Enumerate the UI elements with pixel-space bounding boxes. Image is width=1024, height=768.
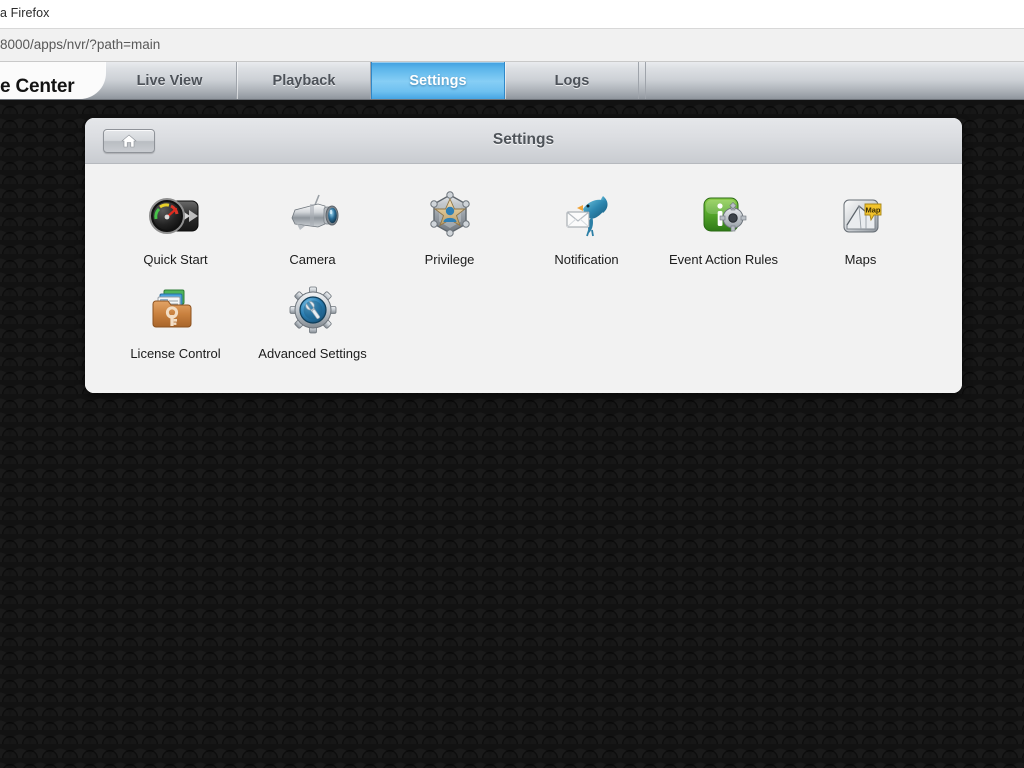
browser-url-text[interactable]: 8000/apps/nvr/?path=main (0, 37, 160, 52)
folder-key-cards-icon (148, 282, 204, 338)
settings-item-label: Maps (844, 252, 877, 267)
gauge-fastforward-icon (148, 188, 204, 244)
application-window: a Firefox 8000/apps/nvr/?path=main Live … (0, 0, 1024, 768)
settings-panel-body: Quick Start Camera Privilege Notificatio… (85, 164, 962, 393)
settings-item-label: Notification (554, 252, 619, 267)
tab-live-view-label: Live View (136, 72, 203, 89)
navbar-empty-area (645, 62, 1024, 99)
tab-settings[interactable]: Settings (371, 62, 505, 99)
settings-panel-header: Settings (85, 118, 962, 164)
settings-item-camera[interactable]: Camera (244, 174, 381, 268)
settings-item-maps[interactable]: Map Maps (792, 174, 929, 268)
settings-item-label: Event Action Rules (668, 252, 779, 267)
sheriff-badge-user-icon (422, 188, 478, 244)
browser-url-bar[interactable]: 8000/apps/nvr/?path=main (0, 29, 1024, 62)
brand-title: e Center (0, 76, 75, 97)
main-tabs: Live View Playback Settings Logs (103, 62, 639, 99)
green-info-gear-icon (696, 188, 752, 244)
app-navigation-bar: Live View Playback Settings Logs (0, 62, 1024, 100)
browser-window-title: a Firefox (0, 6, 50, 20)
settings-item-privilege[interactable]: Privilege (381, 174, 518, 268)
settings-item-label: Privilege (424, 252, 475, 267)
tab-settings-label: Settings (409, 72, 467, 89)
settings-item-label: License Control (130, 346, 221, 361)
svg-text:Map: Map (865, 206, 880, 215)
bird-envelope-icon (559, 188, 615, 244)
settings-item-label: Advanced Settings (258, 346, 367, 361)
settings-panel: Settings Quick Start Camera Privilege No… (85, 118, 962, 393)
security-camera-icon (285, 188, 341, 244)
gear-wrench-icon (285, 282, 341, 338)
tab-playback-label: Playback (272, 72, 336, 89)
settings-item-quick-start[interactable]: Quick Start (107, 174, 244, 268)
settings-item-advanced-settings[interactable]: Advanced Settings (244, 268, 381, 362)
settings-item-notification[interactable]: Notification (518, 174, 655, 268)
settings-item-label: Camera (289, 252, 336, 267)
tab-playback[interactable]: Playback (237, 62, 371, 99)
tab-logs[interactable]: Logs (505, 62, 639, 99)
browser-titlebar: a Firefox (0, 0, 1024, 29)
page-title: Settings (492, 131, 555, 148)
settings-item-event-action-rules[interactable]: Event Action Rules (655, 174, 792, 268)
tab-logs-label: Logs (554, 72, 590, 89)
settings-item-license-control[interactable]: License Control (107, 268, 244, 362)
folded-map-icon: Map (833, 188, 889, 244)
tab-live-view[interactable]: Live View (103, 62, 237, 99)
settings-item-label: Quick Start (143, 252, 208, 267)
settings-icon-grid: Quick Start Camera Privilege Notificatio… (107, 174, 947, 362)
